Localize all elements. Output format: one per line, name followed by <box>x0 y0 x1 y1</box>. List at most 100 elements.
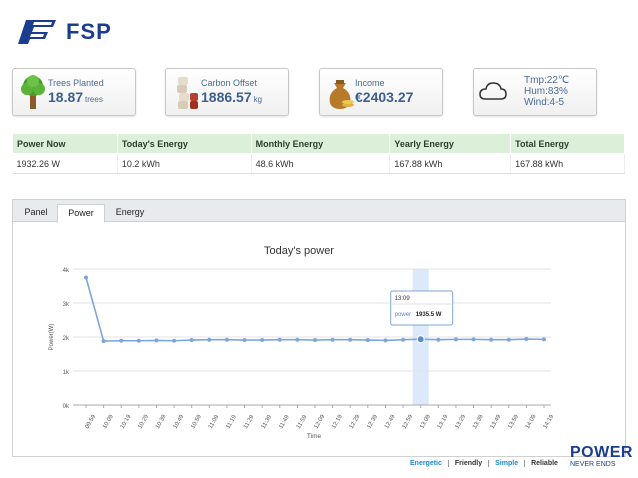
income-label: Income <box>355 78 385 88</box>
tag-reliable: Reliable <box>524 460 564 467</box>
x-tick-label: 10:49 <box>173 413 186 430</box>
tab-panel[interactable]: Panel <box>15 204 57 222</box>
value-monthly-energy: 48.6 kWh <box>251 153 391 174</box>
power-line-chart: Today's power 0k 1k 2k 3k 4k Power(W) 09:59 10:0… <box>49 245 556 440</box>
chart-title: Today's power <box>264 245 334 257</box>
data-point <box>348 337 353 342</box>
x-tick-label: 12:29 <box>349 413 362 430</box>
trees-planted-card: Trees Planted 18.87 trees <box>12 68 136 116</box>
value-todays-energy: 10.2 kWh <box>117 153 252 174</box>
trees-planted-value: 18.87 trees <box>48 89 103 105</box>
carbon-value-number: 1886.57 <box>201 89 252 105</box>
x-tick-label: 09:59 <box>85 413 98 430</box>
header-monthly-energy: Monthly Energy <box>250 133 391 154</box>
data-point <box>436 337 441 342</box>
data-point <box>224 337 229 342</box>
header-todays-energy: Today's Energy <box>116 133 252 154</box>
data-point <box>277 337 282 342</box>
stats-value-row: 1932.26 W 10.2 kWh 48.6 kWh 167.88 kWh 1… <box>12 153 625 174</box>
data-point <box>365 338 370 343</box>
x-tick-label: 13:39 <box>472 413 485 430</box>
header-yearly-energy: Yearly Energy <box>389 133 512 154</box>
x-tick-label: 11:19 <box>225 414 238 430</box>
x-tick-label: 10:59 <box>190 413 203 430</box>
x-tick-label: 14:09 <box>525 413 538 430</box>
x-tick-label: 11:29 <box>243 414 256 430</box>
y-axis-label: Power(W) <box>49 324 55 351</box>
trees-unit: trees <box>85 95 103 104</box>
tag-friendly: Friendly <box>447 460 488 467</box>
brand-top: POWER <box>570 444 633 461</box>
energy-stats-table: Power Now Today's Energy Monthly Energy … <box>12 133 625 174</box>
footer-tagline: Energetic Friendly Simple Reliable <box>404 460 564 467</box>
x-tick-label: 11:59 <box>296 414 309 430</box>
data-point <box>136 338 141 343</box>
x-tick-label: 12:39 <box>366 413 379 430</box>
tooltip-value: 1935.5 W <box>416 312 442 318</box>
data-point <box>242 338 247 343</box>
x-tick-label: 10:39 <box>155 413 168 430</box>
data-point <box>84 275 88 280</box>
x-tick-label: 13:49 <box>490 413 503 430</box>
cloud-icon <box>479 82 507 100</box>
weather-wind: Wind:4-5 <box>524 97 565 108</box>
summary-cards: Trees Planted 18.87 trees Carbon Offset 1… <box>12 68 625 116</box>
data-point <box>416 335 425 344</box>
x-axis-label: Time <box>307 433 322 440</box>
weather-card: Tmp:22℃ Hum:83% Wind:4-5 <box>473 68 597 116</box>
data-point <box>401 337 406 342</box>
brand-bottom: NEVER ENDS <box>570 461 616 468</box>
x-tick-label: 13:59 <box>507 413 520 430</box>
tag-energetic: Energetic <box>410 460 442 467</box>
data-point <box>506 337 511 342</box>
carbon-offset-label: Carbon Offset <box>201 78 257 88</box>
money-bag-icon <box>329 80 354 109</box>
header-power-now: Power Now <box>12 133 118 154</box>
x-tick-label: 11:39 <box>261 414 274 430</box>
carbon-unit: kg <box>253 95 263 104</box>
data-point <box>101 339 106 344</box>
data-point <box>471 337 476 342</box>
x-tick-label: 13:09 <box>419 413 432 430</box>
x-tick-label: 11:49 <box>278 414 291 430</box>
data-point <box>524 337 529 342</box>
tab-energy[interactable]: Energy <box>105 204 155 222</box>
x-tick-label: 10:29 <box>137 413 150 430</box>
carbon-offset-card: Carbon Offset 1886.57 kg <box>165 68 289 116</box>
tree-icon <box>21 75 45 109</box>
data-point <box>189 338 194 343</box>
y-tick-label: 0k <box>63 404 70 410</box>
y-tick-label: 3k <box>63 302 70 308</box>
x-tick-label: 12:09 <box>314 413 327 430</box>
logo-text: FSP <box>66 19 112 44</box>
tab-power[interactable]: Power <box>57 204 105 223</box>
x-tick-label: 10:09 <box>102 413 115 430</box>
data-point <box>313 338 317 343</box>
fsp-logo-mark-icon <box>18 20 56 44</box>
data-point <box>383 338 388 343</box>
fsp-logo: FSP <box>12 14 112 50</box>
income-value: €2403.27 <box>355 89 414 105</box>
x-tick-label: 12:59 <box>402 413 415 430</box>
x-tick-label: 13:29 <box>454 413 467 430</box>
data-point <box>295 337 300 342</box>
series-line-power <box>85 277 545 342</box>
x-tick-label: 13:19 <box>437 413 450 430</box>
data-point <box>489 337 494 342</box>
data-point <box>172 338 177 343</box>
value-yearly-energy: 167.88 kWh <box>389 153 512 174</box>
x-tick-label: 10:19 <box>120 413 133 430</box>
data-point <box>330 337 335 342</box>
power-never-ends-brand: POWER NEVER ENDS <box>570 444 633 469</box>
tooltip-time: 13:09 <box>395 296 411 302</box>
data-point <box>260 338 265 343</box>
tooltip-series: power <box>395 312 411 318</box>
y-tick-label: 2k <box>63 336 70 342</box>
data-point <box>453 337 458 342</box>
value-power-now: 1932.26 W <box>12 153 118 174</box>
chart-panel: Panel Power Energy Today's power 0k 1k 2k 3k… <box>12 199 626 457</box>
chart-tabs: Panel Power Energy <box>13 200 625 223</box>
x-tick-label: 14:19 <box>543 413 556 430</box>
data-point <box>119 338 124 343</box>
coins-stack-icon <box>177 77 198 109</box>
